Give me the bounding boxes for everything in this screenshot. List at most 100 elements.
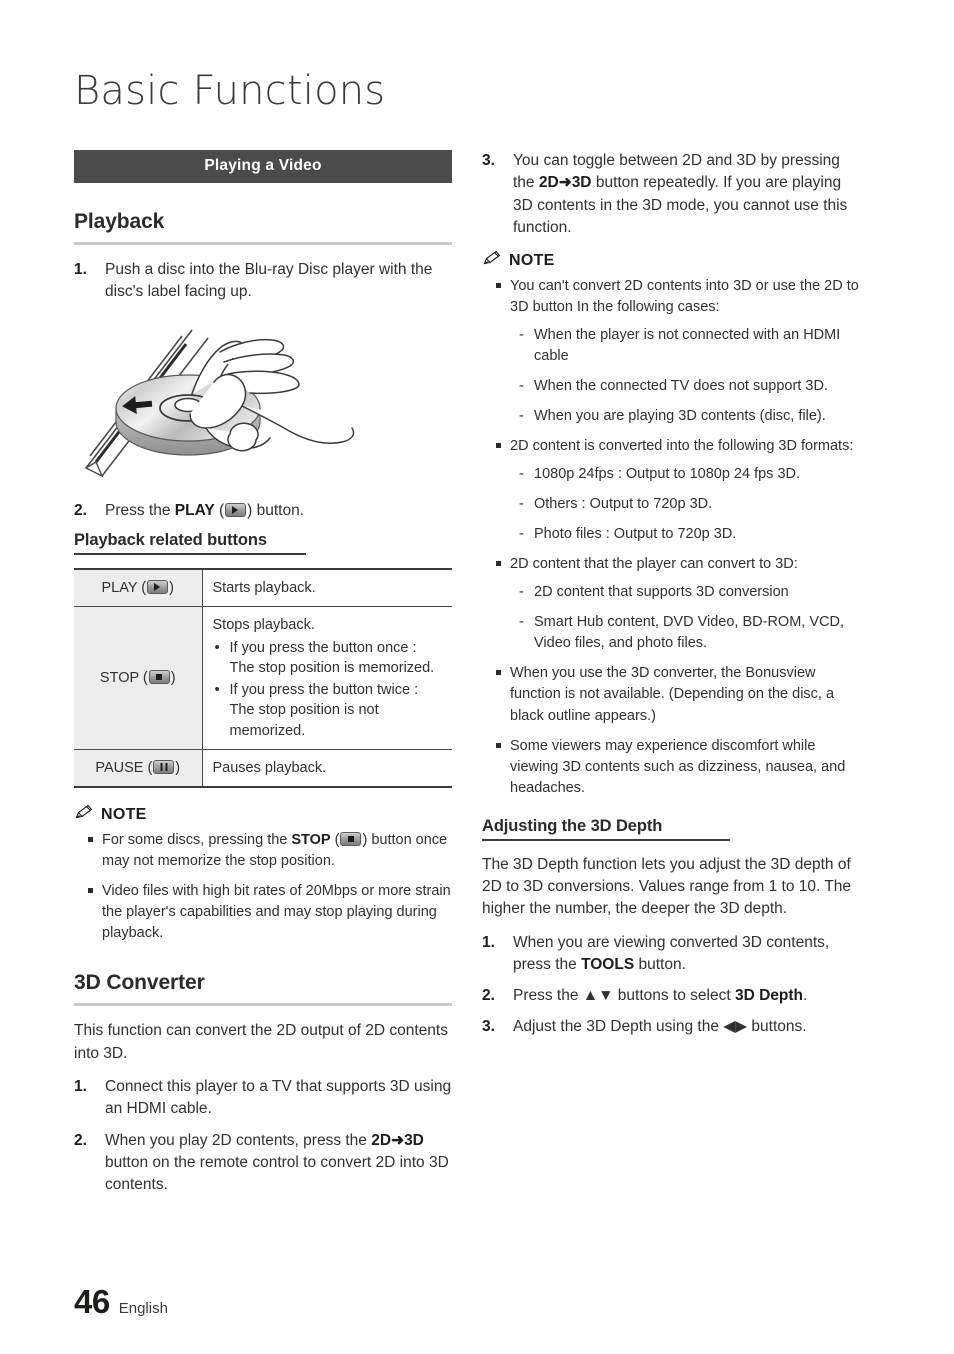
list-item: You can't convert 2D contents into 3D or… [496, 276, 862, 427]
step-text: Connect this player to a TV that support… [105, 1078, 452, 1118]
step-text: Push a disc into the Blu-ray Disc player… [105, 261, 433, 301]
heading-adjusting-3d-depth: Adjusting the 3D Depth [482, 816, 663, 835]
table-cell-description: Starts playback. [202, 567, 452, 608]
playback-step-2: 2. Press the PLAY () button. [74, 500, 452, 522]
pencil-icon [482, 250, 502, 271]
sub-list: 2D content that supports 3D conversion S… [510, 582, 862, 654]
list-item: When you use the 3D converter, the Bonus… [496, 663, 862, 726]
sub-list: When the player is not connected with an… [510, 325, 862, 427]
heading-rule [74, 552, 306, 555]
step-text-pre: Adjust the 3D Depth using the [513, 1018, 724, 1036]
list-item: Photo files : Output to 720p 3D. [519, 524, 862, 545]
step-text: Press the ▲▼ buttons to select 3D Depth. [513, 985, 862, 1007]
stop-button-icon [340, 832, 362, 847]
button-label-post: ) [170, 669, 176, 686]
list-item: For some discs, pressing the STOP () but… [88, 830, 452, 872]
note-header: NOTE [74, 804, 452, 825]
stop-keyword: STOP [291, 832, 331, 849]
keyword-2d: 2D [371, 1131, 392, 1149]
table-cell-description: Stops playback. If you press the button … [202, 606, 452, 751]
description-text: Starts playback. [212, 579, 316, 596]
list-item: 2D content that supports 3D conversion [519, 582, 862, 603]
page-footer: 46 English [74, 1283, 168, 1321]
list-item: 2D content that the player can convert t… [496, 554, 862, 654]
list-item: If you press the button twice : The stop… [215, 679, 443, 741]
table-cell-description: Pauses playback. [202, 749, 452, 789]
step-number: 2. [74, 1131, 87, 1149]
step-text-mid: buttons to select [613, 987, 735, 1005]
step-text: You can toggle between 2D and 3D by pres… [513, 150, 862, 239]
note-text: 2D content that the player can convert t… [510, 556, 798, 573]
table-row: PLAY () Starts playback. [74, 567, 452, 608]
step-text-pre: Press the [513, 987, 583, 1005]
list-item: When the player is not connected with an… [519, 325, 862, 367]
list-item: Video files with high bit rates of 20Mbp… [88, 881, 452, 944]
section-bar-playing-a-video: Playing a Video [74, 150, 452, 183]
step-number: 3. [482, 1018, 495, 1036]
disc-insertion-illustration [74, 316, 452, 494]
list-item: 2D content is converted into the followi… [496, 436, 862, 545]
heading-rule [482, 838, 730, 841]
step-text: When you play 2D contents, press the 2D➜… [105, 1130, 452, 1197]
arrow-right-icon: ➜ [558, 174, 572, 192]
page-number: 46 [74, 1283, 110, 1320]
table-row: PAUSE () Pauses playback. [74, 749, 452, 789]
note-label: NOTE [101, 805, 147, 823]
step-number: 2. [482, 987, 495, 1005]
list-item: When you are playing 3D contents (disc, … [519, 406, 862, 427]
button-label-pre: PLAY ( [101, 579, 147, 596]
list-item: Smart Hub content, DVD Video, BD-ROM, VC… [519, 612, 862, 654]
step-text: Press the PLAY () button. [105, 500, 452, 522]
note-list-left: For some discs, pressing the STOP () but… [74, 830, 452, 944]
table-cell-button-name: PAUSE () [74, 749, 203, 789]
step-number: 2. [74, 501, 87, 519]
step-number: 1. [74, 1078, 87, 1096]
converter-intro: This function can convert the 2D output … [74, 1022, 448, 1062]
heading-playback-related-buttons: Playback related buttons [74, 530, 267, 549]
depth-step-3: 3. Adjust the 3D Depth using the ◀▶ butt… [482, 1016, 862, 1038]
button-label-post: ) [169, 579, 174, 596]
list-item: Others : Output to 720p 3D. [519, 494, 862, 515]
table-row: STOP () Stops playback. If you press the… [74, 606, 452, 751]
playback-step-1: 1. Push a disc into the Blu-ray Disc pla… [74, 259, 452, 304]
description-text: Pauses playback. [212, 760, 327, 777]
note-text-pre: For some discs, pressing the [102, 832, 292, 849]
description-bullets: If you press the button once : The stop … [213, 637, 443, 741]
paren-open: ( [214, 501, 225, 519]
page-language: English [118, 1300, 168, 1317]
converter-step-3: 3. You can toggle between 2D and 3D by p… [482, 150, 862, 239]
left-column: Playing a Video Playback 1. Push a disc … [74, 150, 452, 1206]
right-column: 3. You can toggle between 2D and 3D by p… [482, 150, 862, 1048]
keyword-3d: 3D [404, 1131, 424, 1149]
step-text-post: . [803, 987, 808, 1005]
step-text-pre: When you play 2D contents, press the [105, 1131, 372, 1149]
pencil-icon [74, 804, 94, 825]
play-button-icon [225, 502, 247, 517]
stop-button-icon [148, 669, 170, 684]
paren-open: ( [330, 832, 340, 849]
note-text: 2D content is converted into the followi… [510, 438, 854, 455]
playback-buttons-table: PLAY () Starts playback. STOP () Stops p… [74, 567, 452, 789]
left-right-arrows-icon: ◀▶ [723, 1018, 748, 1036]
paren-close: ) button. [247, 501, 305, 519]
note-text: You can't convert 2D contents into 3D or… [510, 278, 859, 316]
list-item: When the connected TV does not support 3… [519, 376, 862, 397]
list-item: If you press the button once : The stop … [215, 637, 443, 679]
button-label-post: ) [175, 760, 181, 777]
converter-step-1: 1. Connect this player to a TV that supp… [74, 1076, 452, 1121]
step-text: When you are viewing converted 3D conten… [513, 932, 862, 977]
button-label-pre: PAUSE ( [95, 760, 153, 777]
heading-rule [74, 242, 452, 245]
table-cell-button-name: PLAY () [74, 567, 203, 608]
depth-step-1: 1. When you are viewing converted 3D con… [482, 932, 862, 977]
table-cell-button-name: STOP () [74, 606, 203, 751]
keyword-tools: TOOLS [581, 955, 635, 973]
step-text-post: button. [634, 955, 686, 973]
heading-3d-converter: 3D Converter [74, 971, 205, 995]
depth-intro: The 3D Depth function lets you adjust th… [482, 855, 852, 918]
step-number: 3. [482, 152, 495, 169]
converter-step-2: 2. When you play 2D contents, press the … [74, 1130, 452, 1197]
page-title: Basic Functions [74, 68, 386, 114]
sub-list: 1080p 24fps : Output to 1080p 24 fps 3D.… [510, 464, 862, 545]
up-down-arrows-icon: ▲▼ [582, 987, 614, 1005]
